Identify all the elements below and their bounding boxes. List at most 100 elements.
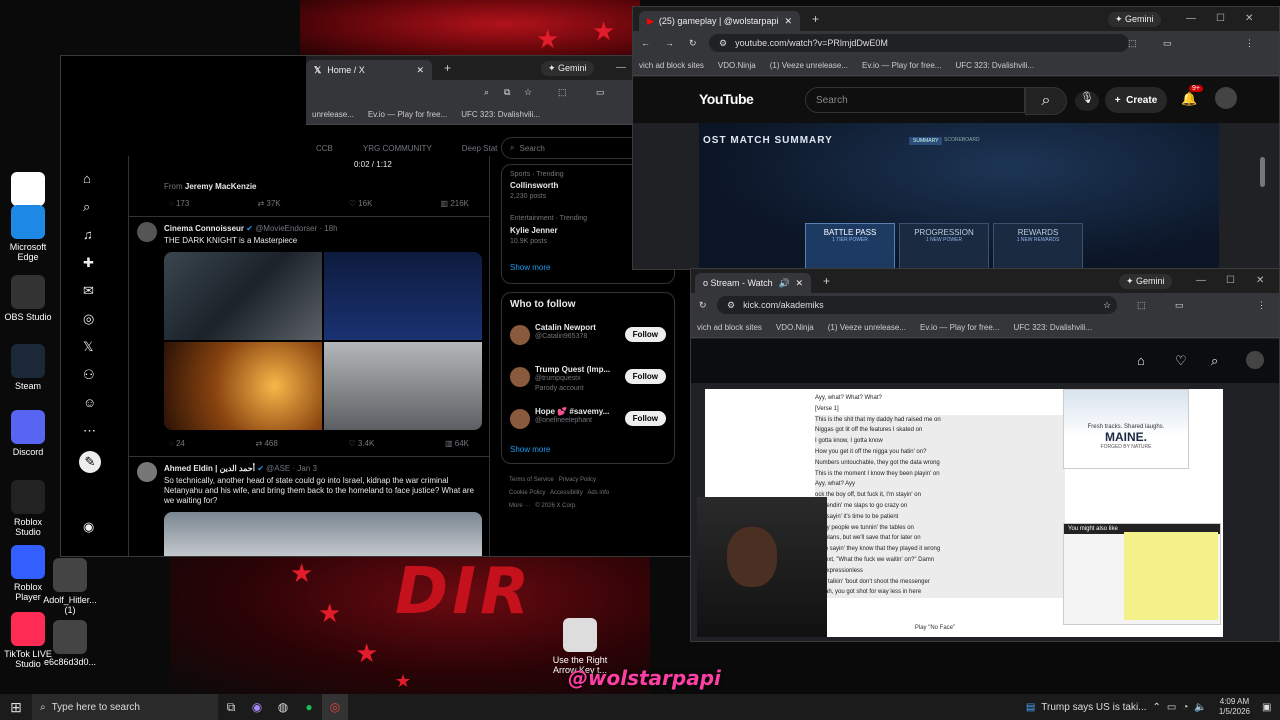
- bookmark[interactable]: VDO.Ninja: [776, 323, 814, 332]
- like-count[interactable]: ♡ 16K: [349, 199, 373, 208]
- discord-taskbar-icon[interactable]: ◉: [244, 694, 270, 720]
- obs-taskbar-icon[interactable]: ◍: [270, 694, 296, 720]
- trend-item[interactable]: Kylie Jenner: [510, 226, 558, 235]
- follow-suggestion[interactable]: Hope 💕 #savemy... @onefineelephant Follow: [502, 405, 674, 445]
- scrollbar[interactable]: [1260, 157, 1265, 187]
- show-more-link[interactable]: Show more: [510, 263, 550, 272]
- microphone-icon[interactable]: 🎙: [1075, 91, 1099, 111]
- view-count[interactable]: ▥ 216K: [441, 199, 469, 208]
- close-tab-icon[interactable]: ✕: [795, 278, 803, 289]
- battery-icon[interactable]: ▭: [1167, 702, 1176, 713]
- desktop-icon[interactable]: Adolf_Hitler... (1): [42, 558, 98, 615]
- more-icon[interactable]: ⋯: [83, 423, 96, 439]
- new-tab-icon[interactable]: +: [823, 274, 830, 288]
- bookmark[interactable]: UFC 323: Dvalishvili...: [461, 110, 540, 119]
- tweet-media-grid[interactable]: [164, 252, 482, 430]
- desktop-icon[interactable]: Discord: [0, 410, 56, 457]
- url-input[interactable]: ⚙ youtube.com/watch?v=PRlmjdDwE0M: [709, 34, 1129, 52]
- bookmark[interactable]: Ev.io — Play for free...: [368, 110, 447, 119]
- desktop-icon[interactable]: Microsoft Edge: [0, 205, 56, 262]
- trend-item[interactable]: Collinsworth: [510, 181, 558, 190]
- repost-count[interactable]: ⇄ 37K: [257, 199, 280, 208]
- youtube-logo[interactable]: YouTube: [699, 91, 754, 107]
- create-button[interactable]: + Create: [1105, 87, 1167, 113]
- footer-link[interactable]: Accessibility: [550, 490, 583, 496]
- kick-browser-window[interactable]: o Stream - Watch 🔊 ✕ + ✦ Gemini — ☐ ✕ ↻ …: [690, 268, 1280, 642]
- chip[interactable]: Deep Stat: [462, 144, 498, 153]
- forward-icon[interactable]: →: [665, 38, 674, 48]
- tab-home-x[interactable]: 𝕏 Home / X ✕: [306, 60, 432, 80]
- bookmark[interactable]: vich ad block sites: [639, 61, 704, 70]
- news-ticker[interactable]: Trump says US is taki...: [1041, 702, 1146, 713]
- yt-search-input[interactable]: Search: [805, 87, 1025, 113]
- bookmark[interactable]: Ev.io — Play for free...: [862, 61, 941, 70]
- clock[interactable]: 4:09 AM 1/5/2026: [1219, 697, 1250, 717]
- maximize-icon[interactable]: ☐: [1216, 13, 1225, 24]
- tweet-media-image[interactable]: [164, 512, 482, 556]
- chip[interactable]: YRG COMMUNITY: [363, 144, 432, 153]
- communities-icon[interactable]: ⚇: [83, 367, 95, 383]
- footer-link[interactable]: Privacy Policy: [559, 477, 596, 483]
- account-avatar[interactable]: [1215, 87, 1237, 109]
- maximize-icon[interactable]: ☐: [1226, 275, 1235, 286]
- x-browser-window[interactable]: 𝕏 Home / X ✕ + ✦ Gemini — ☐ ✕ ⌕ ⧉ ☆ ⬚ ▭ …: [60, 55, 697, 557]
- grok-icon[interactable]: ◎: [83, 311, 94, 327]
- like-count[interactable]: ♡ 3.4K: [348, 439, 374, 448]
- sidepanel-icon[interactable]: ▭: [1163, 38, 1172, 49]
- search-icon[interactable]: ⌕: [1211, 353, 1218, 369]
- media-image[interactable]: [324, 342, 482, 430]
- gemini-button[interactable]: ✦ Gemini: [541, 61, 594, 76]
- spotify-taskbar-icon[interactable]: ●: [296, 694, 322, 720]
- bookmark[interactable]: Ev.io — Play for free...: [920, 323, 999, 332]
- sidepanel-icon[interactable]: ▭: [596, 87, 605, 98]
- minimize-icon[interactable]: —: [1186, 13, 1196, 24]
- url-input[interactable]: ⚙ kick.com/akademiks: [717, 296, 1117, 314]
- account-avatar[interactable]: ◉: [83, 519, 94, 535]
- following-heart-icon[interactable]: ♡: [1175, 353, 1187, 369]
- windows-start-icon[interactable]: ⊞: [0, 694, 32, 720]
- extensions-icon[interactable]: ⬚: [558, 87, 567, 98]
- follow-button[interactable]: Follow: [624, 369, 666, 384]
- home-icon[interactable]: ⌂: [83, 171, 91, 186]
- reload-icon[interactable]: ↻: [689, 38, 697, 49]
- reload-icon[interactable]: ↻: [699, 300, 707, 311]
- media-image[interactable]: [324, 252, 482, 340]
- close-tab-icon[interactable]: ✕: [416, 65, 424, 76]
- star-icon[interactable]: ☆: [1103, 300, 1111, 311]
- footer-link[interactable]: Cookie Policy: [509, 490, 545, 496]
- desktop-icon[interactable]: Roblox Studio: [0, 480, 56, 537]
- volume-icon[interactable]: 🔈: [1194, 702, 1206, 713]
- menu-icon[interactable]: ⋮: [1245, 38, 1254, 49]
- notification-center-icon[interactable]: ▣: [1262, 702, 1280, 713]
- notifications-bell-icon[interactable]: 🔔: [1181, 91, 1197, 107]
- bookmark[interactable]: vich ad block sites: [697, 323, 762, 332]
- footer-link[interactable]: Ads info: [587, 490, 609, 496]
- avatar[interactable]: [137, 222, 157, 242]
- messages-icon[interactable]: ✉: [83, 283, 94, 299]
- cast-icon[interactable]: ⧉: [504, 87, 510, 98]
- view-count[interactable]: ▥ 64K: [445, 439, 469, 448]
- yt-video-player[interactable]: OST MATCH SUMMARY SUMMARY SCOREBOARD BAT…: [699, 123, 1219, 269]
- star-icon[interactable]: ☆: [524, 87, 532, 98]
- news-icon[interactable]: ▤: [1026, 702, 1035, 713]
- search-icon[interactable]: ⌕: [484, 87, 489, 98]
- reply-count[interactable]: ◌ 24: [169, 439, 185, 448]
- close-icon[interactable]: ✕: [1245, 13, 1253, 24]
- bookmark[interactable]: unrelease...: [312, 110, 354, 119]
- new-tab-icon[interactable]: +: [444, 61, 451, 75]
- follow-button[interactable]: Follow: [624, 327, 666, 342]
- close-tab-icon[interactable]: ✕: [784, 16, 792, 27]
- back-icon[interactable]: ←: [641, 38, 650, 48]
- profile-icon[interactable]: ☺: [83, 395, 96, 410]
- avatar[interactable]: [510, 409, 530, 429]
- tab-youtube[interactable]: ▶ (25) gameplay | @wolstarpapi ✕: [639, 11, 800, 31]
- desktop-icon[interactable]: Steam: [0, 344, 56, 391]
- avatar[interactable]: [137, 462, 157, 482]
- bookmark[interactable]: VDO.Ninja: [718, 61, 756, 70]
- chrome-taskbar-icon[interactable]: ◎: [322, 694, 348, 720]
- audio-icon[interactable]: 🔊: [779, 278, 790, 289]
- search-icon[interactable]: ⌕: [1025, 87, 1067, 115]
- footer-link[interactable]: More ···: [509, 503, 530, 509]
- bookmark[interactable]: (1) Veeze unrelease...: [828, 323, 906, 332]
- notifications-icon[interactable]: ♫: [83, 227, 93, 242]
